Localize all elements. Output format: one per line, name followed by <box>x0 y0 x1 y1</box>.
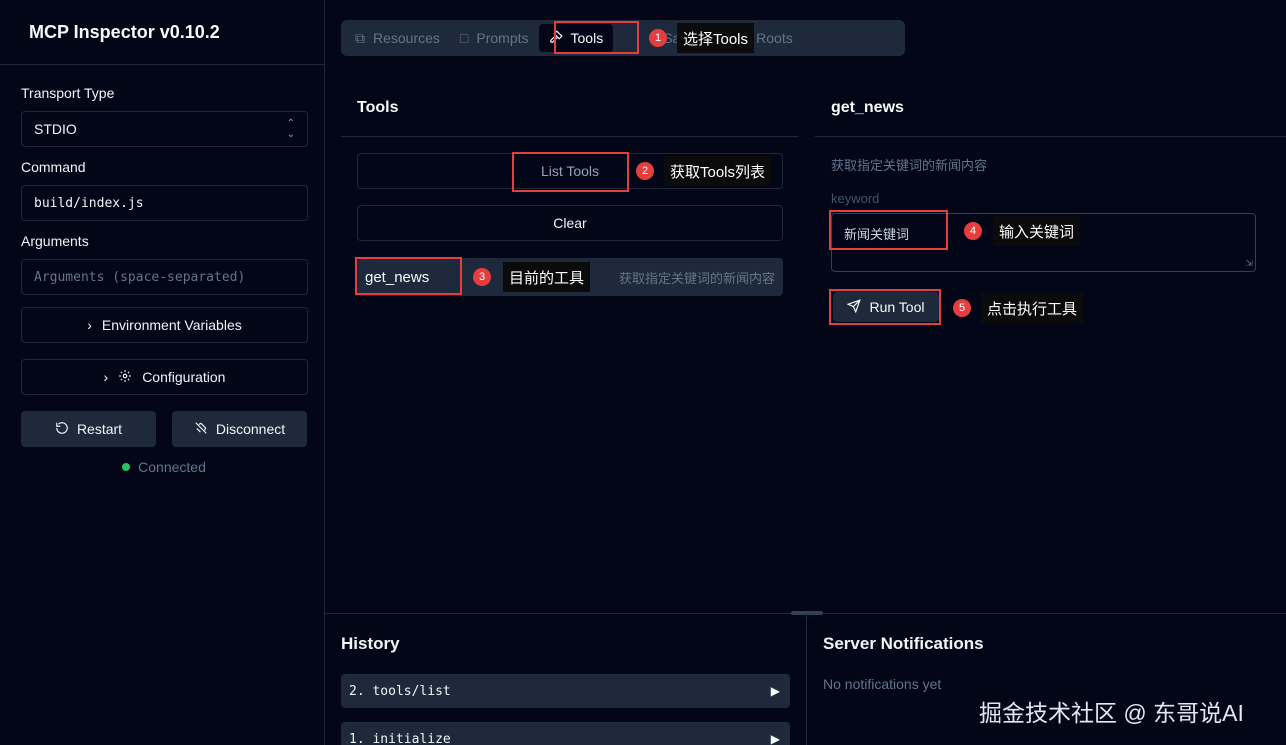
rotate-icon <box>55 421 69 438</box>
status-dot-icon <box>122 463 131 471</box>
resize-grip-icon[interactable] <box>791 611 823 615</box>
transport-type-select[interactable]: STDIO ⌃ ⌄ <box>21 111 308 147</box>
divider <box>815 136 1286 137</box>
mcp-inspector-app: MCP Inspector v0.10.2 Transport Type STD… <box>0 0 1286 745</box>
chevron-right-icon: › <box>103 369 109 385</box>
tab-label: Prompts <box>476 30 529 46</box>
gear-icon <box>118 369 132 386</box>
clear-button[interactable]: Clear <box>357 205 783 241</box>
divider <box>806 614 807 745</box>
arguments-label: Arguments <box>21 233 89 249</box>
tab-resources[interactable]: ⧉ Resources <box>345 24 450 52</box>
arguments-placeholder: Arguments (space-separated) <box>34 269 246 285</box>
expand-icon: ▶ <box>770 732 780 745</box>
command-label: Command <box>21 159 86 175</box>
copy-icon: ⧉ <box>355 29 365 46</box>
restart-label: Restart <box>76 421 123 437</box>
run-tool-button[interactable]: Run Tool <box>833 292 939 322</box>
chevron-right-icon: › <box>87 317 92 333</box>
expand-icon: ▶ <box>770 684 780 698</box>
tab-label: Tools <box>570 30 604 46</box>
tool-name: get_news <box>365 268 430 286</box>
list-tools-label: List Tools <box>540 163 600 179</box>
history-item[interactable]: 1. initialize ▶ <box>341 722 790 745</box>
annotation-badge-5: 5 <box>953 299 971 317</box>
divider <box>341 136 799 137</box>
server-notifications-title: Server Notifications <box>823 634 984 653</box>
clear-label: Clear <box>553 215 587 231</box>
command-value: build/index.js <box>34 195 144 211</box>
configuration-button[interactable]: › Configuration <box>21 359 308 395</box>
status-text: Connected <box>138 459 206 475</box>
transport-type-label: Transport Type <box>21 85 115 101</box>
tool-description: 获取指定关键词的新闻内容 <box>618 270 775 286</box>
annotation-badge-3: 3 <box>473 268 491 286</box>
watermark: 掘金技术社区 @ 东哥说AI <box>979 700 1244 726</box>
tab-label: Resources <box>373 30 440 46</box>
annotation-callout-2: 获取Tools列表 <box>664 156 772 186</box>
command-input[interactable]: build/index.js <box>21 185 308 221</box>
annotation-badge-2: 2 <box>636 162 654 180</box>
hammer-icon <box>549 29 563 47</box>
disconnect-label: Disconnect <box>215 421 286 437</box>
app-title: MCP Inspector v0.10.2 <box>29 21 220 42</box>
tab-prompts[interactable]: □ Prompts <box>450 24 539 52</box>
transport-type-value: STDIO <box>34 121 77 137</box>
no-notifications-text: No notifications yet <box>823 676 942 692</box>
tab-label: Roots <box>756 30 793 46</box>
annotation-badge-1: 1 <box>649 29 667 47</box>
chevron-up-down-icon: ⌃ ⌄ <box>286 118 295 140</box>
tab-tools[interactable]: Tools <box>538 24 614 52</box>
resize-handle-icon[interactable]: ⇲ <box>1245 258 1253 269</box>
annotation-callout-3: 目前的工具 <box>503 262 591 292</box>
arguments-input[interactable]: Arguments (space-separated) <box>21 259 308 295</box>
connection-status: Connected <box>21 459 307 475</box>
environment-variables-label: Environment Variables <box>101 317 242 333</box>
tab-bar: ⧉ Resources □ Prompts Tools Sampling ⌜ R… <box>341 20 905 56</box>
sidebar-header: MCP Inspector v0.10.2 <box>0 0 324 65</box>
annotation-callout-1: 选择Tools <box>677 23 755 53</box>
annotation-callout-4: 输入关键词 <box>993 216 1081 246</box>
sidebar: MCP Inspector v0.10.2 Transport Type STD… <box>0 0 325 745</box>
history-title: History <box>341 634 400 653</box>
annotation-callout-5: 点击执行工具 <box>981 293 1084 323</box>
disconnect-button[interactable]: Disconnect <box>172 411 307 447</box>
unplug-icon <box>194 421 208 438</box>
run-tool-label: Run Tool <box>869 299 925 315</box>
history-item[interactable]: 2. tools/list ▶ <box>341 674 790 708</box>
configuration-label: Configuration <box>142 369 226 385</box>
restart-button[interactable]: Restart <box>21 411 156 447</box>
history-item-label: 1. initialize <box>349 731 451 745</box>
message-icon: □ <box>459 30 469 46</box>
tool-detail-description: 获取指定关键词的新闻内容 <box>831 158 988 173</box>
history-item-label: 2. tools/list <box>349 683 451 699</box>
tools-panel-title: Tools <box>357 99 399 116</box>
send-icon <box>847 298 862 316</box>
annotation-badge-4: 4 <box>964 222 982 240</box>
keyword-label: keyword <box>831 191 880 206</box>
tool-detail-title: get_news <box>831 99 904 116</box>
environment-variables-button[interactable]: › Environment Variables <box>21 307 308 343</box>
keyword-value: 新闻关键词 <box>844 227 910 242</box>
